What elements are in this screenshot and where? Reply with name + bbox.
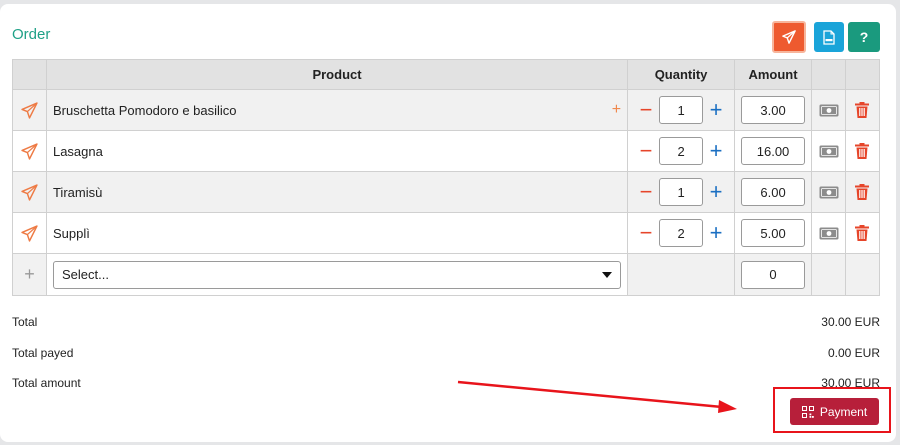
payment-button-label: Payment [819,404,868,419]
qr-code-icon [801,405,814,418]
payment-button[interactable]: Payment [790,398,879,425]
annotation-arrow [457,380,737,413]
